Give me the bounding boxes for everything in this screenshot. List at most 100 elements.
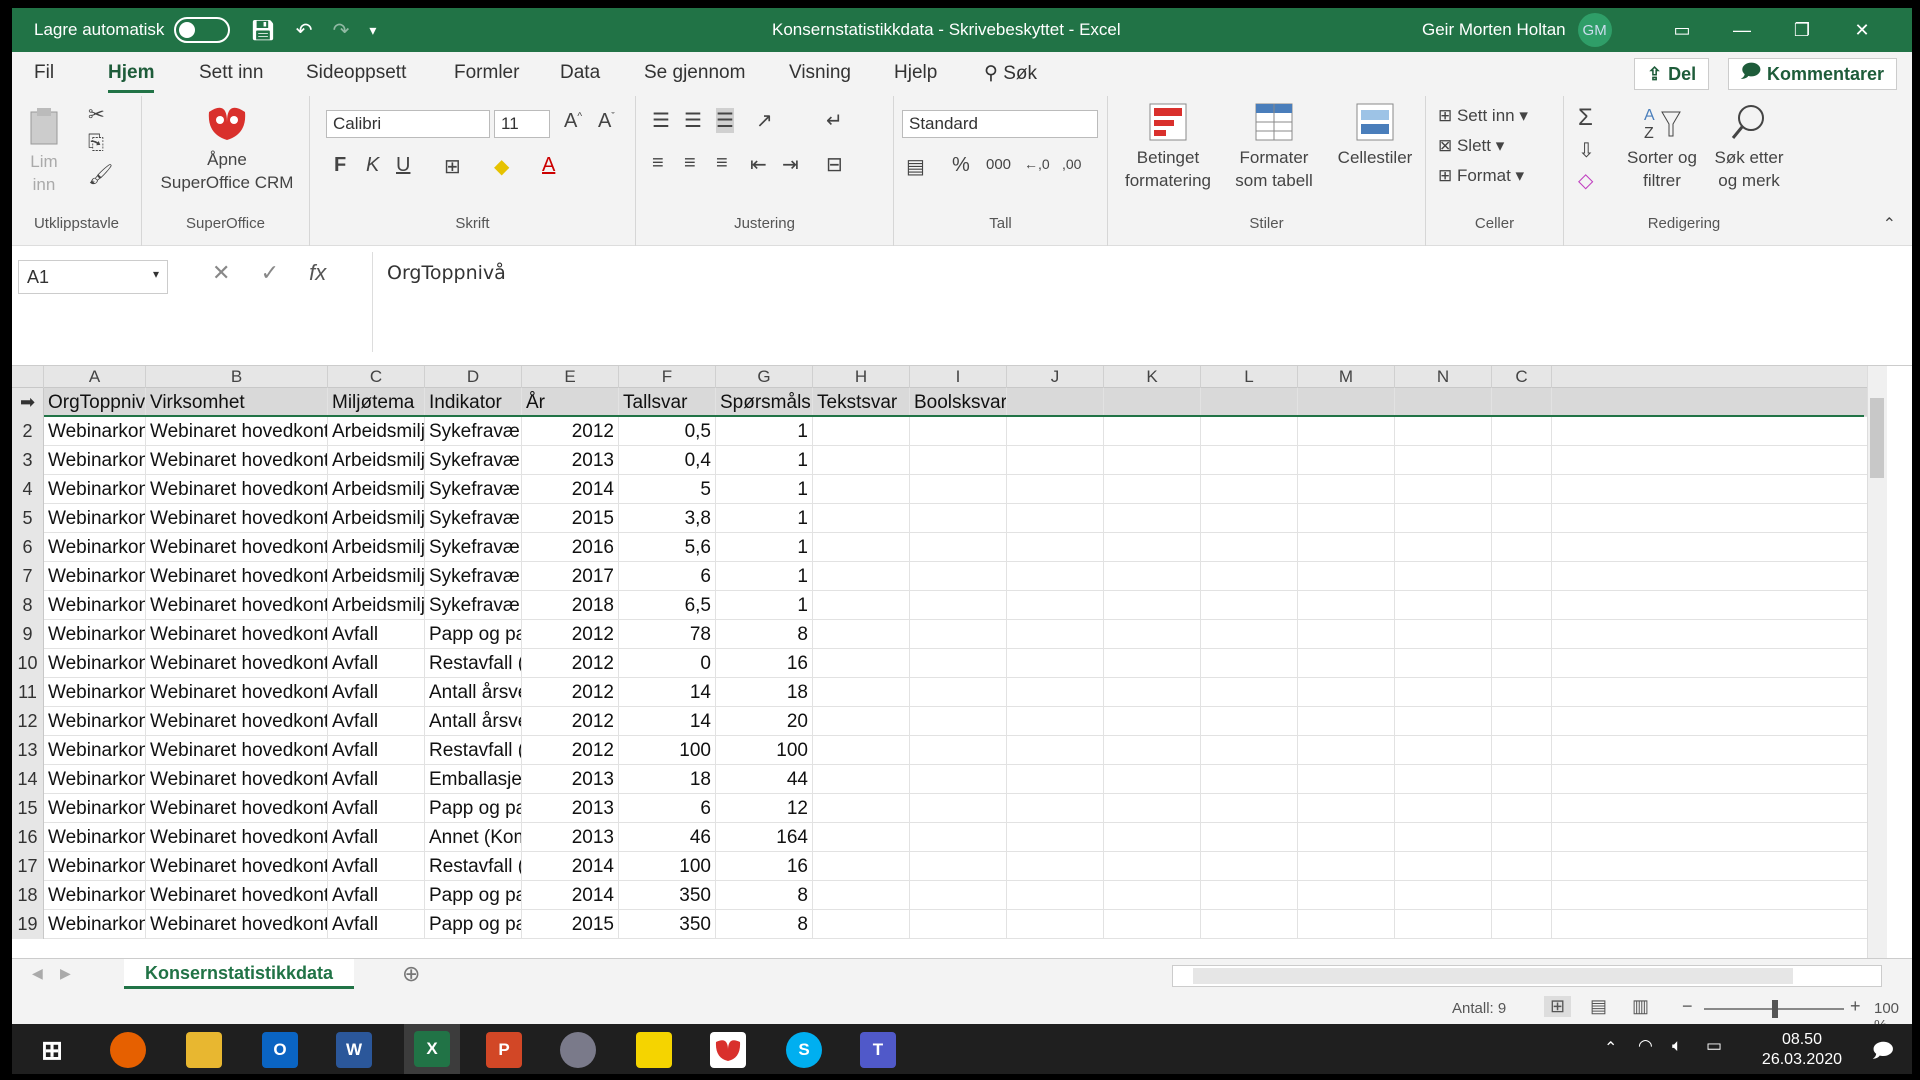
column-header-m[interactable]: M — [1298, 366, 1395, 388]
format-cells-button[interactable]: ⊞ Format ▾ — [1438, 166, 1524, 186]
cell-d[interactable]: Indikator — [425, 388, 522, 417]
column-header-c[interactable]: C — [328, 366, 425, 388]
tab-home[interactable]: Hjem — [108, 62, 155, 93]
cell-l[interactable] — [1201, 649, 1298, 678]
column-header-g[interactable]: G — [716, 366, 813, 388]
cell-j[interactable] — [1007, 504, 1104, 533]
number-format-box[interactable]: Standard — [902, 110, 1098, 138]
cell-j[interactable] — [1007, 736, 1104, 765]
cell-l[interactable] — [1201, 736, 1298, 765]
row-header[interactable]: 7 — [12, 562, 44, 591]
cell-g[interactable]: 8 — [716, 910, 813, 939]
cell-d[interactable]: Restavfall (kc — [425, 736, 522, 765]
cell-m[interactable] — [1298, 504, 1395, 533]
cell-n[interactable] — [1395, 881, 1492, 910]
cell-j[interactable] — [1007, 562, 1104, 591]
notifications-icon[interactable]: 🗩︎ — [1872, 1036, 1894, 1070]
cell-g[interactable]: 18 — [716, 678, 813, 707]
cell-k[interactable] — [1104, 417, 1201, 446]
increase-font-icon[interactable]: A^ — [564, 110, 582, 133]
insert-cells-button[interactable]: ⊞ Sett inn ▾ — [1438, 106, 1528, 126]
cell-m[interactable] — [1298, 591, 1395, 620]
cell-i[interactable]: Boolsksvar — [910, 388, 1007, 417]
column-header-h[interactable]: H — [813, 366, 910, 388]
cell-m[interactable] — [1298, 823, 1395, 852]
cell-m[interactable] — [1298, 910, 1395, 939]
cell-i[interactable] — [910, 765, 1007, 794]
decrease-indent-icon[interactable]: ⇤ — [750, 152, 767, 177]
cell-l[interactable] — [1201, 852, 1298, 881]
formula-input[interactable]: OrgToppnivå — [372, 252, 1902, 352]
cancel-icon[interactable]: ✕ — [212, 260, 230, 285]
cell-k[interactable] — [1104, 736, 1201, 765]
cell-h[interactable] — [813, 446, 910, 475]
powerpoint-icon[interactable]: P — [486, 1032, 522, 1068]
cell-f[interactable]: Tallsvar — [619, 388, 716, 417]
cell-m[interactable] — [1298, 562, 1395, 591]
row-header[interactable]: 16 — [12, 823, 44, 852]
cell-a[interactable]: Webinarkon: — [44, 794, 146, 823]
cell-c[interactable] — [1492, 591, 1552, 620]
column-header-k[interactable]: K — [1104, 366, 1201, 388]
cell-n[interactable] — [1395, 475, 1492, 504]
scroll-tabs-left-icon[interactable]: ◀ — [32, 965, 43, 982]
cell-e[interactable]: 2017 — [522, 562, 619, 591]
cell-k[interactable] — [1104, 794, 1201, 823]
cell-n[interactable] — [1395, 620, 1492, 649]
cell-b[interactable]: Webinaret hovedkontor — [146, 591, 328, 620]
cell-m[interactable] — [1298, 388, 1395, 417]
cell-g[interactable]: 1 — [716, 533, 813, 562]
cell-f[interactable]: 0 — [619, 649, 716, 678]
cell-h[interactable] — [813, 504, 910, 533]
row-header[interactable]: 14 — [12, 765, 44, 794]
row-header[interactable]: 9 — [12, 620, 44, 649]
cell-f[interactable]: 5,6 — [619, 533, 716, 562]
cell-c[interactable]: Arbeidsmiljø — [328, 475, 425, 504]
cell-i[interactable] — [910, 678, 1007, 707]
cell-h[interactable] — [813, 649, 910, 678]
cell-c[interactable] — [1492, 388, 1552, 417]
cell-k[interactable] — [1104, 765, 1201, 794]
cell-c[interactable]: Arbeidsmiljø — [328, 446, 425, 475]
cell-c[interactable] — [1492, 910, 1552, 939]
skype-icon[interactable]: S — [786, 1032, 822, 1068]
cell-c[interactable] — [1492, 620, 1552, 649]
cell-h[interactable] — [813, 852, 910, 881]
cell-a[interactable]: Webinarkon: — [44, 649, 146, 678]
excel-taskbar-button[interactable]: X — [404, 1024, 460, 1074]
cell-n[interactable] — [1395, 533, 1492, 562]
bold-button[interactable]: F — [334, 154, 346, 177]
row-header[interactable]: 3 — [12, 446, 44, 475]
cell-a[interactable]: Webinarkon: — [44, 823, 146, 852]
row-header[interactable]: 12 — [12, 707, 44, 736]
cell-e[interactable]: 2013 — [522, 446, 619, 475]
cell-b[interactable]: Webinaret hovedkontor — [146, 678, 328, 707]
find-select-button[interactable]: Søk etter og merk — [1706, 102, 1792, 192]
cell-f[interactable]: 6 — [619, 562, 716, 591]
cell-c[interactable] — [1492, 678, 1552, 707]
tab-formulas[interactable]: Formler — [454, 62, 519, 84]
column-header-a[interactable]: A — [44, 366, 146, 388]
cell-k[interactable] — [1104, 852, 1201, 881]
cell-n[interactable] — [1395, 794, 1492, 823]
cell-n[interactable] — [1395, 823, 1492, 852]
column-header-d[interactable]: D — [425, 366, 522, 388]
cell-b[interactable]: Webinaret hovedkontor — [146, 620, 328, 649]
orientation-icon[interactable]: ↗ — [756, 108, 773, 133]
cell-h[interactable] — [813, 881, 910, 910]
redo-icon[interactable]: ↷ — [333, 18, 350, 43]
cell-d[interactable]: Papp og papi — [425, 794, 522, 823]
cell-l[interactable] — [1201, 475, 1298, 504]
delete-cells-button[interactable]: ⊠ Slett ▾ — [1438, 136, 1504, 156]
cell-b[interactable]: Webinaret hovedkontor — [146, 562, 328, 591]
cell-k[interactable] — [1104, 446, 1201, 475]
cell-i[interactable] — [910, 823, 1007, 852]
cell-l[interactable] — [1201, 417, 1298, 446]
cell-f[interactable]: 350 — [619, 910, 716, 939]
decrease-font-icon[interactable]: Aˇ — [598, 110, 615, 133]
cell-g[interactable]: 164 — [716, 823, 813, 852]
cell-f[interactable]: 100 — [619, 736, 716, 765]
cell-c[interactable]: Arbeidsmiljø — [328, 562, 425, 591]
cell-i[interactable] — [910, 649, 1007, 678]
close-icon[interactable]: ✕ — [1832, 20, 1892, 41]
